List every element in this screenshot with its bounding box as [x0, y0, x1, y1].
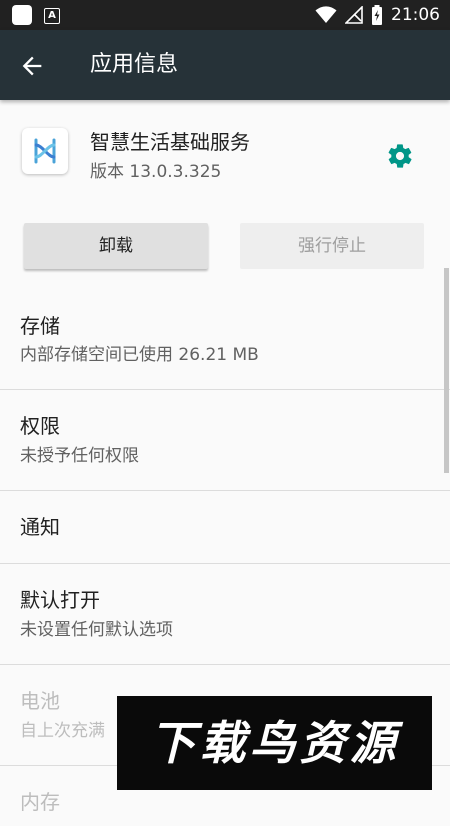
uninstall-button[interactable]: 卸载	[24, 223, 208, 269]
pref-storage[interactable]: 存储 内部存储空间已使用 26.21 MB	[0, 290, 450, 390]
pref-summary: 未授予任何权限	[20, 446, 139, 466]
notification-badge-icon: A	[44, 8, 60, 24]
back-arrow-icon[interactable]	[18, 52, 46, 80]
pref-title: 通知	[20, 515, 60, 539]
clock: 21:06	[391, 5, 440, 25]
scrollbar[interactable]	[444, 268, 449, 473]
app-bar: 应用信息	[0, 30, 450, 100]
pref-summary: 内部存储空间已使用 26.21 MB	[20, 345, 259, 365]
pref-title: 存储	[20, 314, 60, 338]
pref-title: 内存	[20, 790, 60, 814]
app-name: 智慧生活基础服务	[90, 130, 250, 154]
app-header: 智慧生活基础服务 版本 13.0.3.325	[0, 100, 450, 210]
pref-summary: 未设置任何默认选项	[20, 620, 173, 640]
pref-title: 权限	[20, 414, 60, 438]
signal-off-icon	[345, 6, 363, 24]
force-stop-button: 强行停止	[240, 223, 424, 269]
pref-permissions[interactable]: 权限 未授予任何权限	[0, 390, 450, 491]
battery-charging-icon	[372, 5, 382, 25]
wifi-icon	[315, 6, 337, 23]
page-title: 应用信息	[90, 52, 179, 77]
pref-open-by-default[interactable]: 默认打开 未设置任何默认选项	[0, 564, 450, 665]
watermark: 下载鸟资源	[117, 696, 432, 790]
pref-summary: 自上次充满	[20, 721, 105, 741]
notification-icon	[12, 5, 32, 25]
app-version: 版本 13.0.3.325	[90, 162, 222, 182]
pref-title: 默认打开	[20, 588, 100, 612]
app-logo-icon	[22, 128, 68, 174]
gear-icon[interactable]	[386, 142, 414, 170]
pref-notifications[interactable]: 通知	[0, 491, 450, 564]
status-bar: A 21:06	[0, 0, 450, 30]
pref-title: 电池	[20, 689, 60, 713]
